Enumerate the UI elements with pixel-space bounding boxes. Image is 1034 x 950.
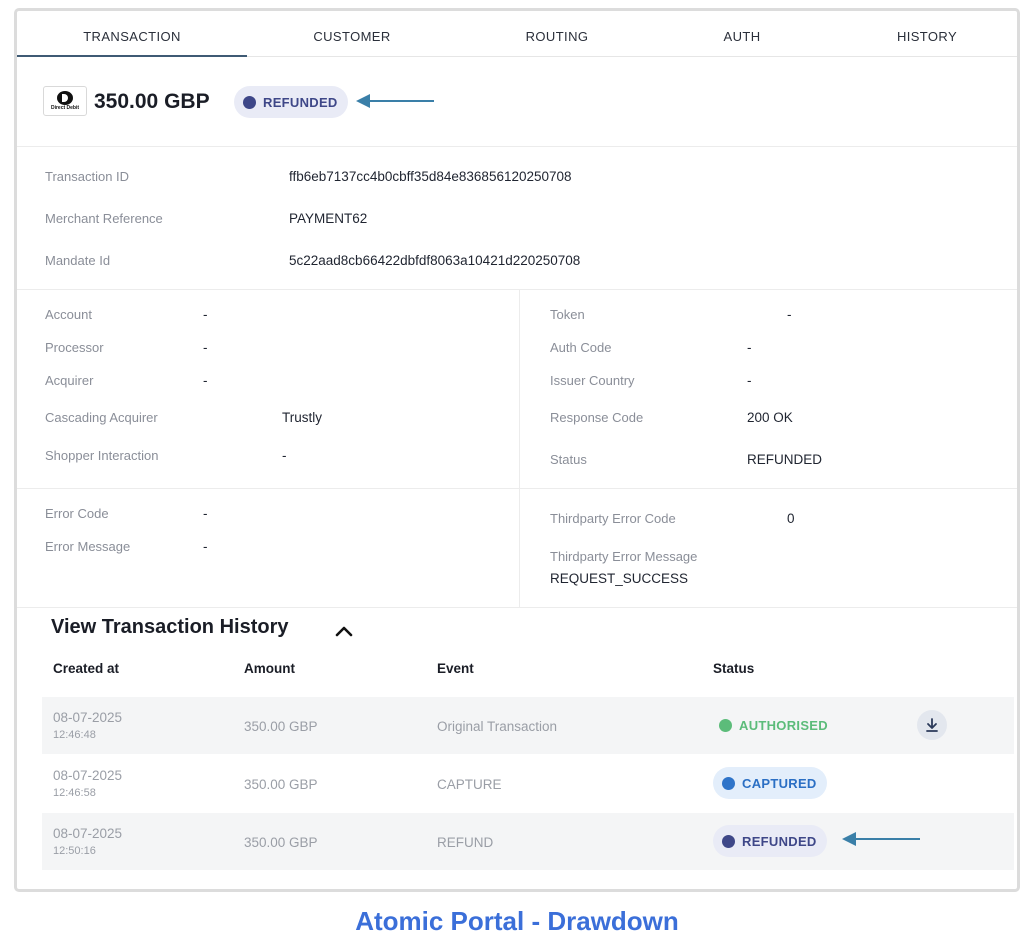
tab-transaction[interactable]: TRANSACTION (17, 11, 247, 57)
auth-code-label: Auth Code (550, 340, 612, 355)
cascading-acquirer-label: Cascading Acquirer (45, 410, 158, 425)
table-row: 08-07-2025 12:46:48 350.00 GBP Original … (42, 697, 1014, 754)
status-dot-icon (243, 95, 256, 109)
thirdparty-error-code-label: Thirdparty Error Code (550, 511, 676, 526)
transaction-id-value: ffb6eb7137cc4b0cbff35d84e836856120250708 (289, 169, 572, 184)
row-time: 12:46:48 (53, 729, 96, 741)
errors-section: Error Code - Error Message - Thirdparty … (17, 489, 1017, 608)
row-time: 12:46:58 (53, 787, 96, 799)
merchant-reference-value: PAYMENT62 (289, 211, 368, 226)
error-message-value: - (203, 539, 208, 554)
merchant-reference-label: Merchant Reference (45, 211, 163, 226)
status-badge-label: AUTHORISED (739, 717, 828, 733)
amount-header: Direct Debit 350.00 GBP REFUNDED (17, 57, 1017, 147)
column-divider (519, 489, 520, 607)
transaction-id-label: Transaction ID (45, 169, 130, 184)
history-title: View Transaction History (51, 616, 289, 638)
row-date: 08-07-2025 (53, 768, 123, 783)
row-event: REFUND (437, 835, 494, 850)
direct-debit-logo-text: Direct Debit (50, 105, 80, 111)
transaction-detail-panel: TRANSACTION CUSTOMER ROUTING AUTH HISTOR… (14, 8, 1020, 892)
error-code-value: - (203, 506, 208, 521)
error-code-label: Error Code (45, 506, 109, 521)
column-header-status: Status (713, 661, 755, 676)
arrow-pointer-icon (842, 832, 920, 846)
cascading-acquirer-value: Trustly (282, 410, 322, 425)
download-button[interactable] (917, 710, 947, 740)
row-amount: 350.00 GBP (244, 777, 318, 792)
thirdparty-error-message-value: REQUEST_SUCCESS (550, 571, 689, 586)
issuer-country-label: Issuer Country (550, 373, 635, 388)
thirdparty-error-message-label: Thirdparty Error Message (550, 549, 698, 564)
transaction-amount: 350.00 GBP (94, 90, 210, 113)
table-row: 08-07-2025 12:46:58 350.00 GBP CAPTURE C… (42, 755, 1014, 812)
row-amount: 350.00 GBP (244, 719, 318, 734)
column-header-amount: Amount (244, 661, 295, 676)
shopper-interaction-value: - (282, 448, 287, 463)
account-value: - (203, 307, 208, 322)
status-label: Status (550, 452, 587, 467)
details-section: Account - Processor - Acquirer - Cascadi… (17, 290, 1017, 489)
table-row: 08-07-2025 12:50:16 350.00 GBP REFUND RE… (42, 813, 1014, 870)
status-badge: REFUNDED (234, 86, 348, 118)
status-badge: AUTHORISED (710, 709, 838, 741)
acquirer-label: Acquirer (45, 373, 94, 388)
download-icon (926, 718, 938, 732)
status-dot-icon (722, 834, 735, 848)
token-label: Token (550, 307, 585, 322)
tab-customer[interactable]: CUSTOMER (287, 11, 417, 57)
thirdparty-error-code-value: 0 (787, 511, 795, 526)
direct-debit-mark-icon (57, 91, 73, 105)
tab-routing[interactable]: ROUTING (497, 11, 617, 57)
account-label: Account (45, 307, 92, 322)
tab-auth[interactable]: AUTH (697, 11, 787, 57)
processor-label: Processor (45, 340, 104, 355)
status-dot-icon (722, 776, 735, 790)
mandate-id-label: Mandate Id (45, 253, 111, 268)
status-value: REFUNDED (747, 452, 823, 467)
acquirer-value: - (203, 373, 208, 388)
token-value: - (787, 307, 792, 322)
column-divider (519, 290, 520, 488)
row-date: 08-07-2025 (53, 710, 123, 725)
arrow-pointer-icon (356, 94, 434, 108)
tab-history[interactable]: HISTORY (877, 11, 977, 57)
column-header-created-at: Created at (53, 661, 120, 676)
error-message-label: Error Message (45, 539, 131, 554)
status-badge-label: REFUNDED (263, 94, 338, 110)
status-badge: CAPTURED (713, 767, 827, 799)
mandate-id-value: 5c22aad8cb66422dbfdf8063a10421d220250708 (289, 253, 581, 268)
row-amount: 350.00 GBP (244, 835, 318, 850)
row-time: 12:50:16 (53, 845, 96, 857)
transaction-ids-section: Transaction ID ffb6eb7137cc4b0cbff35d84e… (17, 147, 1017, 290)
row-event: CAPTURE (437, 777, 502, 792)
auth-code-value: - (747, 340, 752, 355)
shopper-interaction-label: Shopper Interaction (45, 448, 159, 463)
caption-title: Atomic Portal - Drawdown (355, 906, 679, 936)
tab-bar: TRANSACTION CUSTOMER ROUTING AUTH HISTOR… (17, 11, 1017, 57)
column-header-event: Event (437, 661, 474, 676)
status-badge-label: REFUNDED (742, 833, 817, 849)
chevron-up-icon[interactable] (333, 620, 355, 642)
status-badge: REFUNDED (713, 825, 827, 857)
status-dot-icon (719, 718, 732, 732)
response-code-value: 200 OK (747, 410, 793, 425)
status-badge-label: CAPTURED (742, 775, 817, 791)
response-code-label: Response Code (550, 410, 644, 425)
issuer-country-value: - (747, 373, 752, 388)
row-event: Original Transaction (437, 719, 558, 734)
direct-debit-logo: Direct Debit (43, 86, 87, 116)
processor-value: - (203, 340, 208, 355)
row-date: 08-07-2025 (53, 826, 123, 841)
